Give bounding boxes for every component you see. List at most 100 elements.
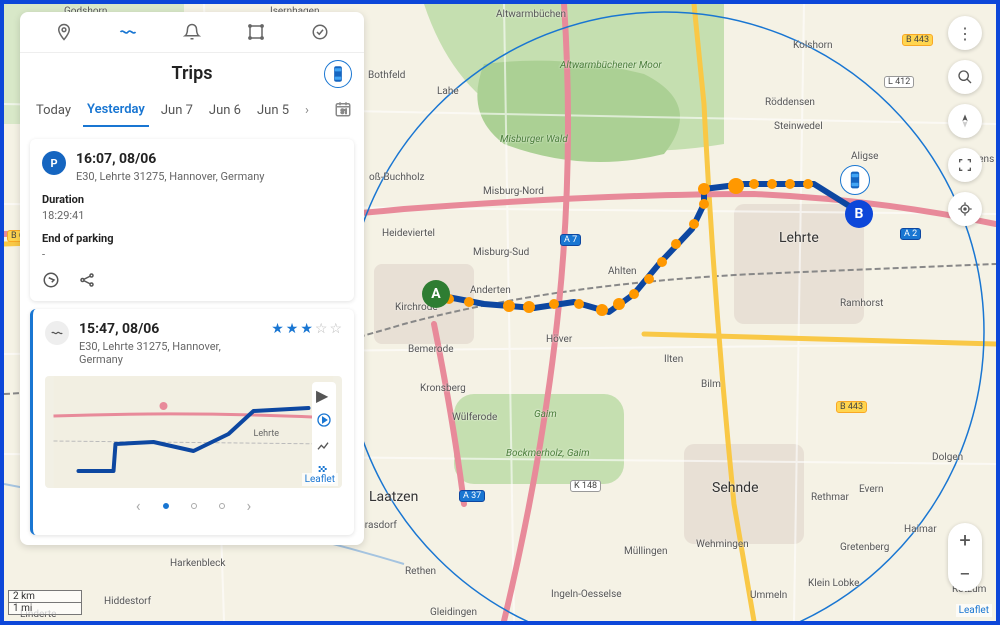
pager-dot[interactable]: [163, 503, 169, 509]
place-haimar: Haimar: [904, 524, 937, 535]
geofence-tab-icon[interactable]: [244, 20, 268, 44]
trip-mini-map[interactable]: Lehrte ▶ Leaflet: [45, 376, 342, 488]
panel-title: Trips: [172, 63, 213, 84]
place-grossbuchholz: oß-Buchholz: [369, 172, 425, 183]
date-tab-jun6[interactable]: Jun 6: [205, 95, 245, 126]
play-icon[interactable]: ▶: [316, 386, 332, 402]
place-heideviertel: Heideviertel: [382, 228, 435, 239]
place-ummeln: Ummeln: [750, 590, 787, 601]
trips-panel: Trips Today Yesterday Jun 7 Jun 6 Jun 5 …: [20, 12, 364, 545]
analytics-icon[interactable]: [316, 438, 332, 454]
alerts-tab-icon[interactable]: [180, 20, 204, 44]
map-zoom: + −: [948, 523, 982, 591]
place-laatzen: Laatzen: [369, 489, 418, 505]
date-tab-yesterday[interactable]: Yesterday: [83, 94, 149, 127]
place-bockmerholz: Bockmerholz, Gaim: [506, 448, 590, 459]
place-misburgsud: Misburg-Sud: [473, 247, 529, 258]
place-ahlten: Ahlten: [608, 266, 637, 277]
place-lehrte: Lehrte: [779, 230, 819, 246]
vehicle-marker[interactable]: [840, 165, 870, 195]
map-scale: 2 km1 mi: [8, 590, 82, 615]
trip-card-drive[interactable]: 15:47, 08/06 E30, Lehrte 31275, Hannover…: [30, 309, 354, 535]
road-a37: A 37: [459, 490, 485, 502]
trip-rating[interactable]: ★★★☆☆: [271, 321, 342, 366]
place-wulferode: Wülferode: [452, 412, 497, 423]
date-next-icon[interactable]: ›: [301, 99, 313, 122]
place-aligse: Aligse: [851, 151, 878, 162]
search-icon[interactable]: [948, 60, 982, 94]
place-kleinlobke: Klein Lobke: [808, 578, 859, 589]
trips-tab-icon[interactable]: [116, 20, 140, 44]
place-ilten: Ilten: [664, 354, 683, 365]
place-gretenberg: Gretenberg: [840, 542, 889, 553]
parking-badge-icon: P: [42, 151, 66, 175]
road-b443-1: B 443: [902, 34, 933, 46]
endpark-label: End of parking: [42, 232, 342, 245]
more-icon[interactable]: ⋮: [948, 16, 982, 50]
place-bilm: Bilm: [701, 379, 721, 390]
svg-text:31: 31: [341, 108, 348, 115]
duration-value: 18:29:41: [42, 209, 342, 222]
place-evern: Evern: [859, 484, 884, 495]
road-a2: A 2: [900, 228, 921, 240]
place-altmoor: Altwarmbüchener Moor: [560, 60, 662, 71]
place-rethmar: Rethmar: [811, 492, 849, 503]
vehicle-selector[interactable]: [324, 60, 352, 88]
panel-top-tabs: [20, 12, 364, 53]
place-kolshorn: Kolshorn: [793, 40, 833, 51]
marker-a[interactable]: A: [422, 280, 450, 308]
trip-address: E30, Lehrte 31275, Hannover, Germany: [76, 170, 264, 183]
place-bemerode: Bemerode: [408, 344, 454, 355]
marker-b[interactable]: B: [845, 200, 873, 228]
mini-attribution[interactable]: Leaflet: [302, 473, 338, 486]
place-hover: Höver: [546, 334, 572, 345]
drive-badge-icon: [45, 321, 69, 345]
place-altwarmbuchen: Altwarmbüchen: [496, 9, 566, 20]
date-tabs: Today Yesterday Jun 7 Jun 6 Jun 5 › 31: [20, 94, 364, 131]
trip-time-2: 15:47, 08/06: [79, 321, 261, 337]
place-harkenbleck: Harkenbleck: [170, 558, 225, 569]
place-dolgen: Dolgen: [932, 452, 963, 463]
panel-header: Trips: [20, 53, 364, 94]
place-anderten: Anderten: [470, 285, 511, 296]
place-bothfeld: Bothfeld: [368, 70, 405, 81]
trip-address-2: E30, Lehrte 31275, Hannover, Germany: [79, 340, 261, 366]
pager-next-icon[interactable]: ›: [247, 496, 252, 515]
status-tab-icon[interactable]: [308, 20, 332, 44]
place-ingeln: Ingeln-Oesselse: [551, 589, 622, 600]
duration-label: Duration: [42, 193, 342, 206]
trip-card-parking[interactable]: P 16:07, 08/06 E30, Lehrte 31275, Hannov…: [30, 139, 354, 301]
place-lahe: Lahe: [437, 86, 459, 97]
mini-map-controls: ▶: [312, 382, 336, 484]
trip-pager: ‹ ›: [45, 488, 342, 523]
place-kronsberg: Kronsberg: [420, 383, 466, 394]
pager-prev-icon[interactable]: ‹: [136, 496, 141, 515]
pager-dot[interactable]: [191, 503, 197, 509]
goto-icon[interactable]: [42, 271, 60, 289]
circle-play-icon[interactable]: [316, 412, 332, 428]
share-icon[interactable]: [78, 271, 96, 289]
place-rethen: Rethen: [405, 566, 436, 577]
place-gleidingen: Gleidingen: [430, 607, 477, 618]
map-controls: ⋮: [948, 16, 982, 226]
fullscreen-icon[interactable]: [948, 148, 982, 182]
trip-time: 16:07, 08/06: [76, 151, 264, 167]
place-gaim: Gaim: [534, 409, 557, 420]
place-mullingen: Müllingen: [624, 546, 668, 557]
location-tab-icon[interactable]: [52, 20, 76, 44]
zoom-out-button[interactable]: −: [948, 557, 982, 591]
map-attribution[interactable]: Leaflet: [956, 604, 992, 617]
place-misburgerwald: Misburger Wald: [500, 134, 568, 145]
place-steinwedel: Steinwedel: [774, 121, 823, 132]
date-tab-today[interactable]: Today: [32, 95, 75, 126]
place-sehnde: Sehnde: [712, 480, 759, 496]
place-roddensen: Röddensen: [765, 97, 815, 108]
compass-icon[interactable]: [948, 104, 982, 138]
pager-dot[interactable]: [219, 503, 225, 509]
date-tab-jun7[interactable]: Jun 7: [157, 95, 197, 126]
date-tab-jun5[interactable]: Jun 5: [253, 95, 293, 126]
zoom-in-button[interactable]: +: [948, 523, 982, 557]
locate-icon[interactable]: [948, 192, 982, 226]
calendar-icon[interactable]: 31: [334, 100, 352, 122]
svg-text:Lehrte: Lehrte: [254, 429, 280, 439]
